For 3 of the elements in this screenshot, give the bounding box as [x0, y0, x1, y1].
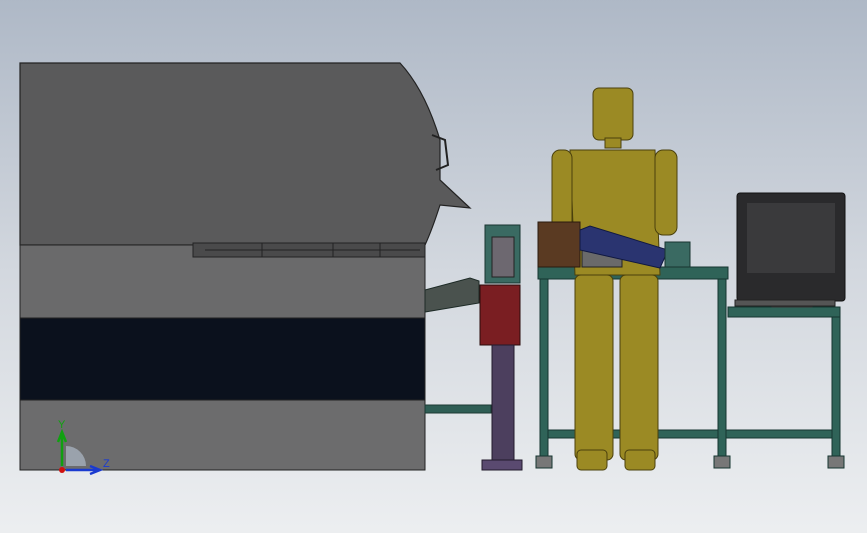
z-axis-label: Z [103, 458, 110, 470]
y-axis-label: Y [58, 419, 66, 431]
axis-triad-icon [56, 428, 104, 476]
